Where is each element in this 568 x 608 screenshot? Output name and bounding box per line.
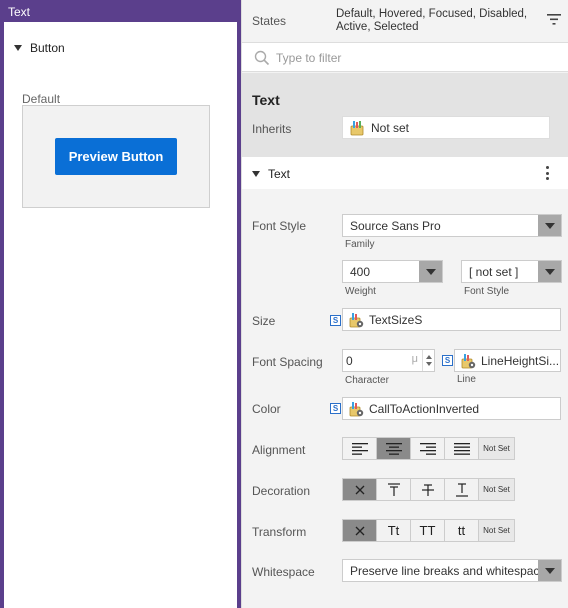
- overline-icon[interactable]: [377, 479, 411, 500]
- collapse-triangle-icon[interactable]: [252, 171, 260, 177]
- underline-icon[interactable]: [445, 479, 479, 500]
- inherits-label: Inherits: [252, 122, 292, 136]
- preview-panel: Text Button Default Preview Button: [0, 0, 241, 608]
- decoration-not-set[interactable]: Not Set: [479, 479, 514, 500]
- size-value: TextSizeS: [369, 312, 423, 327]
- line-sublabel: Line: [457, 374, 476, 385]
- style-link-icon[interactable]: S: [330, 403, 341, 414]
- state-label: Default: [22, 92, 61, 106]
- align-left-icon[interactable]: [343, 438, 377, 459]
- size-label: Size: [252, 314, 276, 328]
- transform-segmented: Tt TT tt Not Set: [342, 519, 515, 542]
- spinner-arrows-icon[interactable]: [422, 350, 434, 371]
- character-sublabel: Character: [345, 375, 389, 386]
- style-brushes-icon: [350, 120, 364, 135]
- align-right-icon[interactable]: [411, 438, 445, 459]
- filter-input[interactable]: [276, 48, 556, 68]
- whitespace-label: Whitespace: [252, 565, 315, 579]
- states-label: States: [252, 14, 287, 28]
- line-height-field[interactable]: LineHeightSi...: [454, 349, 561, 372]
- transform-capitalize[interactable]: Tt: [377, 520, 411, 541]
- unit-label: μ: [411, 353, 418, 365]
- font-style-label: Font Style: [252, 219, 307, 233]
- style-link-icon[interactable]: S: [442, 355, 453, 366]
- whitespace-select[interactable]: Preserve line breaks and whitespace: [342, 559, 562, 582]
- transform-lowercase[interactable]: tt: [445, 520, 479, 541]
- tree-item-button[interactable]: Button: [14, 41, 65, 55]
- font-style-value: [ not set ]: [469, 264, 519, 279]
- color-field[interactable]: CallToActionInverted: [342, 397, 561, 420]
- transform-label: Transform: [252, 525, 307, 539]
- align-justify-icon[interactable]: [445, 438, 479, 459]
- size-field[interactable]: TextSizeS: [342, 308, 561, 331]
- inherits-value: Not set: [371, 120, 410, 135]
- transform-uppercase[interactable]: TT: [411, 520, 445, 541]
- style-link-icon[interactable]: S: [330, 315, 341, 326]
- font-weight-select[interactable]: 400: [342, 260, 443, 283]
- panel-title: Text: [0, 0, 241, 22]
- section-title: Text: [252, 92, 280, 108]
- preview-button[interactable]: Preview Button: [55, 138, 177, 175]
- tree-item-label: Button: [30, 41, 65, 55]
- line-height-value: LineHeightSi...: [481, 353, 560, 368]
- filter-icon[interactable]: [547, 14, 561, 25]
- preview-box: Preview Button: [22, 105, 210, 208]
- dropdown-arrow-icon[interactable]: [419, 261, 442, 282]
- font-spacing-label: Font Spacing: [252, 355, 323, 369]
- no-transform-icon[interactable]: [343, 520, 377, 541]
- filter-bar: [242, 42, 568, 72]
- style-resource-icon: [461, 353, 476, 368]
- whitespace-value: Preserve line breaks and whitespace: [350, 563, 547, 578]
- color-label: Color: [252, 402, 281, 416]
- align-center-icon[interactable]: [377, 438, 411, 459]
- font-style-select[interactable]: [ not set ]: [461, 260, 562, 283]
- expand-triangle-icon[interactable]: [14, 45, 22, 51]
- more-options-icon[interactable]: [544, 166, 550, 180]
- inherits-field[interactable]: Not set: [342, 116, 550, 139]
- alignment-not-set[interactable]: Not Set: [479, 438, 514, 459]
- dropdown-arrow-icon[interactable]: [538, 261, 561, 282]
- font-weight-value: 400: [350, 264, 371, 279]
- states-value[interactable]: Default, Hovered, Focused, Disabled, Act…: [336, 8, 542, 34]
- alignment-segmented: Not Set: [342, 437, 515, 460]
- dropdown-arrow-icon[interactable]: [538, 560, 561, 581]
- font-family-value: Source Sans Pro: [350, 218, 441, 233]
- section-header: Text Inherits Not set: [242, 73, 568, 157]
- alignment-label: Alignment: [252, 443, 306, 457]
- family-sublabel: Family: [345, 239, 375, 250]
- no-decoration-icon[interactable]: [343, 479, 377, 500]
- weight-sublabel: Weight: [345, 286, 376, 297]
- group-title: Text: [268, 167, 291, 181]
- decoration-segmented: Not Set: [342, 478, 515, 501]
- preview-canvas: Button Default Preview Button: [4, 22, 237, 608]
- properties-panel: States Default, Hovered, Focused, Disabl…: [241, 0, 568, 608]
- style-resource-icon: [349, 401, 364, 416]
- search-icon: [254, 50, 270, 66]
- style-resource-icon: [349, 312, 364, 327]
- character-spacing-input[interactable]: 0 μ: [342, 349, 435, 372]
- strikethrough-icon[interactable]: [411, 479, 445, 500]
- dropdown-arrow-icon[interactable]: [538, 215, 561, 236]
- font-style-sublabel: Font Style: [464, 286, 510, 297]
- text-group-header[interactable]: Text: [242, 157, 568, 189]
- font-family-select[interactable]: Source Sans Pro: [342, 214, 562, 237]
- decoration-label: Decoration: [252, 484, 311, 498]
- color-value: CallToActionInverted: [369, 401, 480, 416]
- character-spacing-value: 0: [346, 353, 353, 368]
- transform-not-set[interactable]: Not Set: [479, 520, 514, 541]
